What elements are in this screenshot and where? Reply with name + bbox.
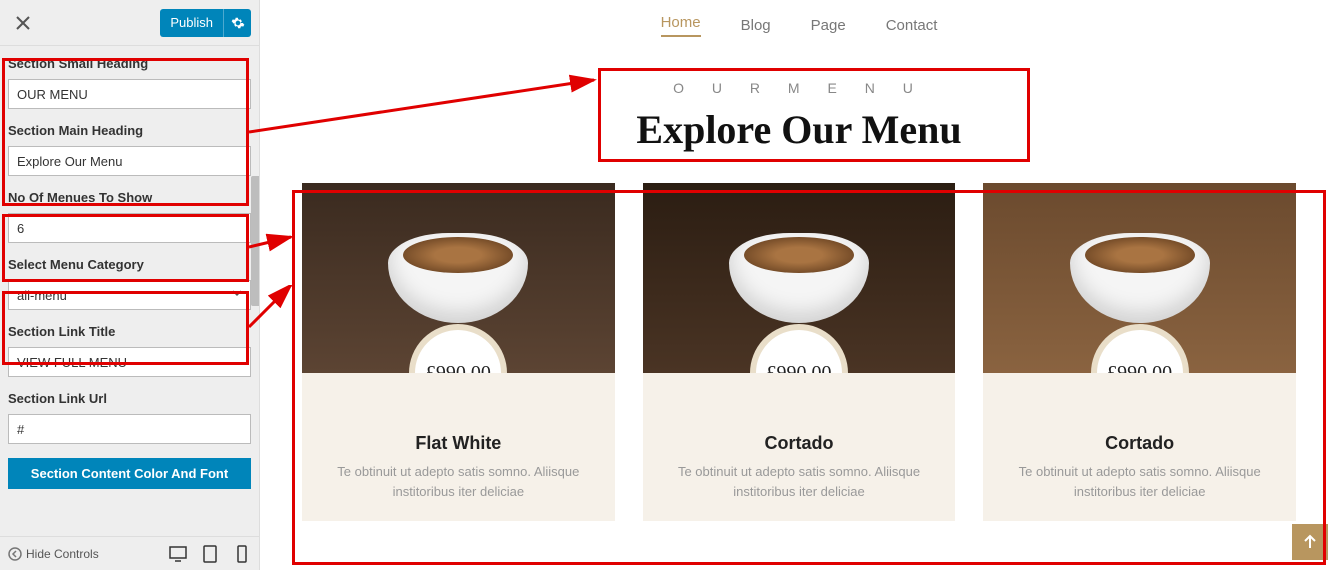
section-main-heading: Explore Our Menu — [260, 106, 1338, 153]
field-no-of-menus: No Of Menues To Show — [8, 190, 251, 243]
mobile-icon[interactable] — [233, 545, 251, 563]
hide-controls-label: Hide Controls — [26, 547, 99, 561]
scrollbar-thumb[interactable] — [251, 176, 259, 306]
field-link-title: Section Link Title — [8, 324, 251, 377]
publish-button[interactable]: Publish — [160, 9, 223, 37]
field-label: Section Main Heading — [8, 123, 251, 138]
menu-card-image: £990.00 — [983, 183, 1296, 373]
menu-card-description: Te obtinuit ut adepto satis somno. Aliis… — [322, 462, 595, 501]
hide-controls-button[interactable]: Hide Controls — [8, 547, 99, 561]
menu-card-image: £990.00 — [643, 183, 956, 373]
small-heading-input[interactable] — [8, 79, 251, 109]
no-of-menus-input[interactable] — [8, 213, 251, 243]
scroll-to-top-button[interactable] — [1292, 524, 1328, 560]
sidebar-body: Section Small Heading Section Main Headi… — [0, 46, 259, 536]
desktop-icon[interactable] — [169, 545, 187, 563]
nav-item-home[interactable]: Home — [661, 14, 701, 37]
menu-card-description: Te obtinuit ut adepto satis somno. Aliis… — [663, 462, 936, 501]
nav-menu: Home Blog Page Contact — [260, 0, 1338, 50]
field-main-heading: Section Main Heading — [8, 123, 251, 176]
menu-card-title: Cortado — [1003, 433, 1276, 454]
field-label: Section Small Heading — [8, 56, 251, 71]
field-label: No Of Menues To Show — [8, 190, 251, 205]
menu-card-description: Te obtinuit ut adepto satis somno. Aliis… — [1003, 462, 1276, 501]
close-icon — [16, 16, 30, 30]
link-title-input[interactable] — [8, 347, 251, 377]
menu-cards-row: £990.00 Flat White Te obtinuit ut adepto… — [260, 153, 1338, 521]
nav-item-page[interactable]: Page — [811, 17, 846, 34]
menu-card[interactable]: £990.00 Cortado Te obtinuit ut adepto sa… — [983, 183, 1296, 521]
field-small-heading: Section Small Heading — [8, 56, 251, 109]
field-link-url: Section Link Url — [8, 391, 251, 444]
nav-item-contact[interactable]: Contact — [886, 17, 938, 34]
sidebar-footer: Hide Controls — [0, 536, 259, 570]
main-heading-input[interactable] — [8, 146, 251, 176]
field-category: Select Menu Category all-menu — [8, 257, 251, 310]
section-small-heading: O U R M E N U — [260, 80, 1338, 96]
sidebar-header: Publish — [0, 0, 259, 46]
link-url-input[interactable] — [8, 414, 251, 444]
field-label: Select Menu Category — [8, 257, 251, 272]
menu-card-image: £990.00 — [302, 183, 615, 373]
collapse-icon — [8, 547, 22, 561]
field-label: Section Link Title — [8, 324, 251, 339]
menu-card-title: Cortado — [663, 433, 936, 454]
close-button[interactable] — [8, 8, 38, 38]
arrow-up-icon — [1302, 534, 1318, 550]
menu-card[interactable]: £990.00 Flat White Te obtinuit ut adepto… — [302, 183, 615, 521]
content-color-font-button[interactable]: Section Content Color And Font — [8, 458, 251, 489]
category-select[interactable]: all-menu — [8, 280, 251, 310]
nav-item-blog[interactable]: Blog — [741, 17, 771, 34]
tablet-icon[interactable] — [201, 545, 219, 563]
publish-settings-button[interactable] — [223, 9, 251, 37]
field-label: Section Link Url — [8, 391, 251, 406]
gear-icon — [231, 16, 245, 30]
menu-card[interactable]: £990.00 Cortado Te obtinuit ut adepto sa… — [643, 183, 956, 521]
menu-card-title: Flat White — [322, 433, 595, 454]
preview-area: Home Blog Page Contact O U R M E N U Exp… — [260, 0, 1338, 570]
customizer-sidebar: Publish Section Small Heading Section Ma… — [0, 0, 260, 570]
